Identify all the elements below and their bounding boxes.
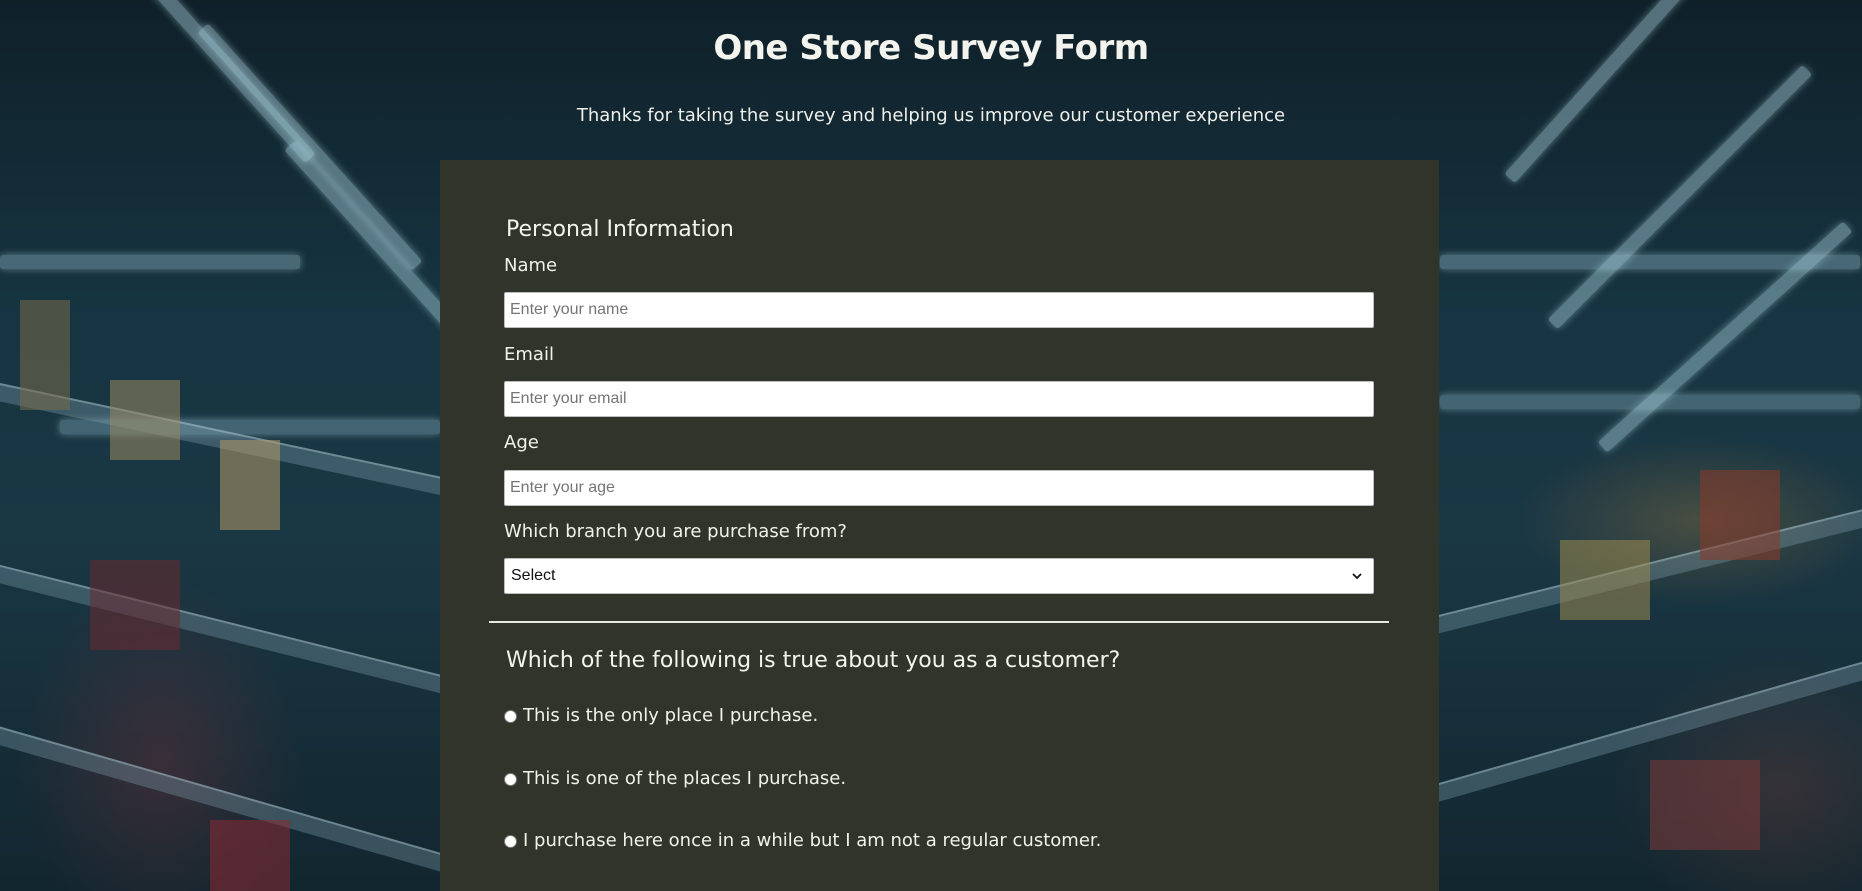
email-label: Email [504,344,554,365]
customer-option-one-of-places[interactable]: This is one of the places I purchase. [504,766,846,790]
option-label: I purchase here once in a while but I am… [523,829,1102,851]
radio-button[interactable] [504,772,517,786]
customer-option-only-place[interactable]: This is the only place I purchase. [504,703,818,727]
option-label: This is one of the places I purchase. [523,767,847,789]
branch-label: Which branch you are purchase from? [504,521,847,542]
radio-button[interactable] [504,709,517,723]
age-label: Age [504,432,539,453]
chevron-down-icon [1352,573,1362,580]
branch-select-value: Select [511,567,556,584]
personal-information-heading: Personal Information [506,217,734,242]
branch-select[interactable]: Select [504,558,1374,594]
name-input[interactable] [504,292,1374,328]
page-title: One Store Survey Form [713,28,1149,68]
age-input[interactable] [504,470,1374,506]
page-subtitle: Thanks for taking the survey and helping… [576,105,1286,126]
customer-question-heading: Which of the following is true about you… [506,648,1121,673]
email-input[interactable] [504,381,1374,417]
radio-button[interactable] [504,834,517,848]
option-label: This is the only place I purchase. [523,704,819,726]
survey-form: Personal Information Name Email Age Whic… [440,160,1439,891]
customer-option-occasional[interactable]: I purchase here once in a while but I am… [504,828,1101,852]
name-label: Name [504,255,558,276]
section-divider [489,621,1389,623]
